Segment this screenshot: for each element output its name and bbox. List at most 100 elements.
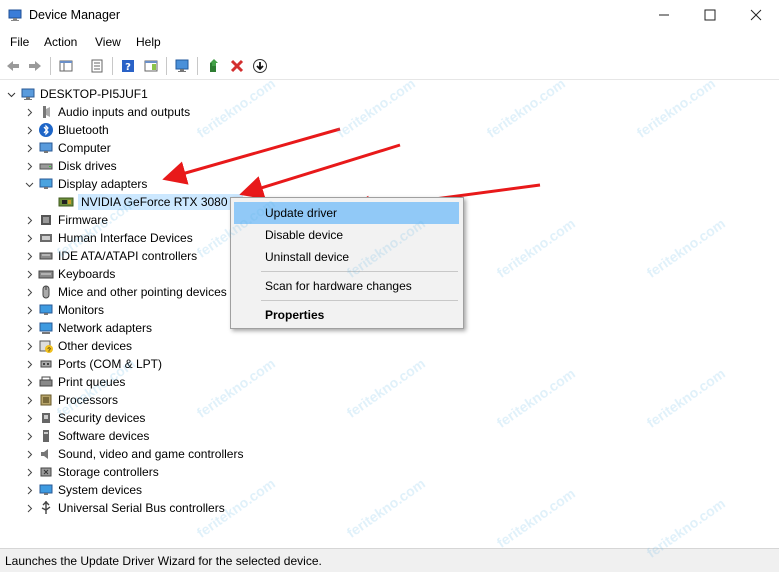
update-driver-toolbar-button[interactable] <box>204 56 224 76</box>
usb-icon <box>38 500 54 516</box>
ports-icon <box>38 356 54 372</box>
close-icon <box>750 9 762 21</box>
disk-icon <box>38 158 54 174</box>
minimize-icon <box>659 14 669 16</box>
tree-item-hid[interactable]: Human Interface Devices <box>22 229 193 247</box>
chevron-right-icon[interactable] <box>22 373 36 391</box>
uninstall-device-toolbar-button[interactable] <box>227 56 247 76</box>
show-hide-console-tree-button[interactable] <box>56 56 76 76</box>
console-tree-icon <box>59 60 73 72</box>
menu-view[interactable]: View <box>95 35 121 49</box>
chevron-right-icon[interactable] <box>22 265 36 283</box>
ide-icon <box>38 248 54 264</box>
tree-item-ide[interactable]: IDE ATA/ATAPI controllers <box>22 247 197 265</box>
computer-icon <box>20 86 36 102</box>
chevron-down-icon[interactable] <box>4 85 18 103</box>
gpu-icon <box>58 194 74 210</box>
menu-separator <box>261 300 458 301</box>
scan-hardware-button[interactable] <box>172 56 192 76</box>
computer-icon <box>38 140 54 156</box>
forward-arrow-icon <box>29 61 41 71</box>
chevron-right-icon[interactable] <box>22 427 36 445</box>
chevron-right-icon[interactable] <box>22 409 36 427</box>
tree-item-display-adapter[interactable]: Display adapters <box>22 175 147 193</box>
close-button[interactable] <box>733 0 779 30</box>
tree-item-other-devices[interactable]: ? Other devices <box>22 337 132 355</box>
maximize-button[interactable] <box>687 0 733 30</box>
device-manager-icon <box>8 9 22 21</box>
tree-item-system[interactable]: System devices <box>22 481 142 499</box>
chevron-right-icon[interactable] <box>22 391 36 409</box>
enable-device-toolbar-button[interactable] <box>250 56 270 76</box>
tree-item-label: Storage controllers <box>58 465 159 479</box>
tree-item-software[interactable]: Software devices <box>22 427 149 445</box>
minimize-button[interactable] <box>641 0 687 30</box>
chevron-right-icon[interactable] <box>22 283 36 301</box>
tree-item-gpu[interactable]: NVIDIA GeForce RTX 3080 Ti <box>42 193 244 211</box>
menu-file[interactable]: File <box>10 35 29 49</box>
scan-hardware-menu-item[interactable]: Scan for hardware changes <box>234 275 459 297</box>
chevron-right-icon[interactable] <box>22 211 36 229</box>
tree-item-bluetooth[interactable]: Bluetooth <box>22 121 109 139</box>
security-icon <box>38 410 54 426</box>
download-circle-icon <box>253 59 267 73</box>
scan-monitor-icon <box>175 59 189 72</box>
properties-button[interactable] <box>87 56 107 76</box>
svg-text:?: ? <box>125 62 131 73</box>
tree-item-label: System devices <box>58 483 143 497</box>
chevron-right-icon[interactable] <box>22 319 36 337</box>
sound-icon <box>38 446 54 462</box>
chevron-right-icon[interactable] <box>22 481 36 499</box>
chevron-right-icon[interactable] <box>22 247 36 265</box>
tree-item-computer[interactable]: Computer <box>22 139 111 157</box>
tree-item-network[interactable]: Network adapters <box>22 319 152 337</box>
tree-item-security[interactable]: Security devices <box>22 409 145 427</box>
help-icon: ? <box>122 60 134 73</box>
tree-item-disk[interactable]: Disk drives <box>22 157 117 175</box>
tree-item-keyboard[interactable]: Keyboards <box>22 265 115 283</box>
chevron-right-icon[interactable] <box>22 121 36 139</box>
chevron-right-icon[interactable] <box>22 463 36 481</box>
title-bar: Device Manager <box>0 0 779 32</box>
tree-item-label: Bluetooth <box>58 123 109 137</box>
window-title: Device Manager <box>29 8 121 22</box>
chevron-right-icon[interactable] <box>22 355 36 373</box>
chevron-right-icon[interactable] <box>22 229 36 247</box>
back-button[interactable] <box>3 56 23 76</box>
tree-item-label: Universal Serial Bus controllers <box>58 501 225 515</box>
mouse-icon <box>38 284 54 300</box>
menu-help[interactable]: Help <box>136 35 161 49</box>
tree-item-label: IDE ATA/ATAPI controllers <box>58 249 198 263</box>
software-icon <box>38 428 54 444</box>
tree-item-mouse[interactable]: Mice and other pointing devices <box>22 283 227 301</box>
chevron-right-icon[interactable] <box>22 103 36 121</box>
tree-item-label: Network adapters <box>58 321 153 335</box>
chevron-right-icon[interactable] <box>22 445 36 463</box>
tree-item-storage[interactable]: Storage controllers <box>22 463 159 481</box>
tree-item-sound[interactable]: Sound, video and game controllers <box>22 445 243 463</box>
chevron-down-icon[interactable] <box>22 175 36 193</box>
monitor-icon <box>38 302 54 318</box>
chevron-right-icon[interactable] <box>22 301 36 319</box>
storage-icon <box>38 464 54 480</box>
back-arrow-icon <box>7 61 19 71</box>
tree-item-label: NVIDIA GeForce RTX 3080 Ti <box>78 194 244 210</box>
help-button[interactable]: ? <box>118 56 138 76</box>
tree-item-usb[interactable]: Universal Serial Bus controllers <box>22 499 225 517</box>
tree-item-monitor[interactable]: Monitors <box>22 301 104 319</box>
forward-button[interactable] <box>25 56 45 76</box>
chevron-right-icon[interactable] <box>22 499 36 517</box>
status-text: Launches the Update Driver Wizard for th… <box>5 554 322 568</box>
tree-item-audio[interactable]: Audio inputs and outputs <box>22 103 190 121</box>
chevron-right-icon[interactable] <box>22 337 36 355</box>
red-x-icon <box>230 59 244 73</box>
menu-action[interactable]: Action <box>44 35 77 49</box>
properties-icon <box>91 59 103 73</box>
properties-menu-item[interactable]: Properties <box>234 304 459 326</box>
chevron-right-icon[interactable] <box>22 157 36 175</box>
firmware-icon <box>38 212 54 228</box>
tree-item-ports[interactable]: Ports (COM & LPT) <box>22 355 162 373</box>
action-pane-button[interactable] <box>141 56 161 76</box>
tree-root[interactable]: DESKTOP-PI5JUF1 <box>4 85 148 103</box>
chevron-right-icon[interactable] <box>22 139 36 157</box>
